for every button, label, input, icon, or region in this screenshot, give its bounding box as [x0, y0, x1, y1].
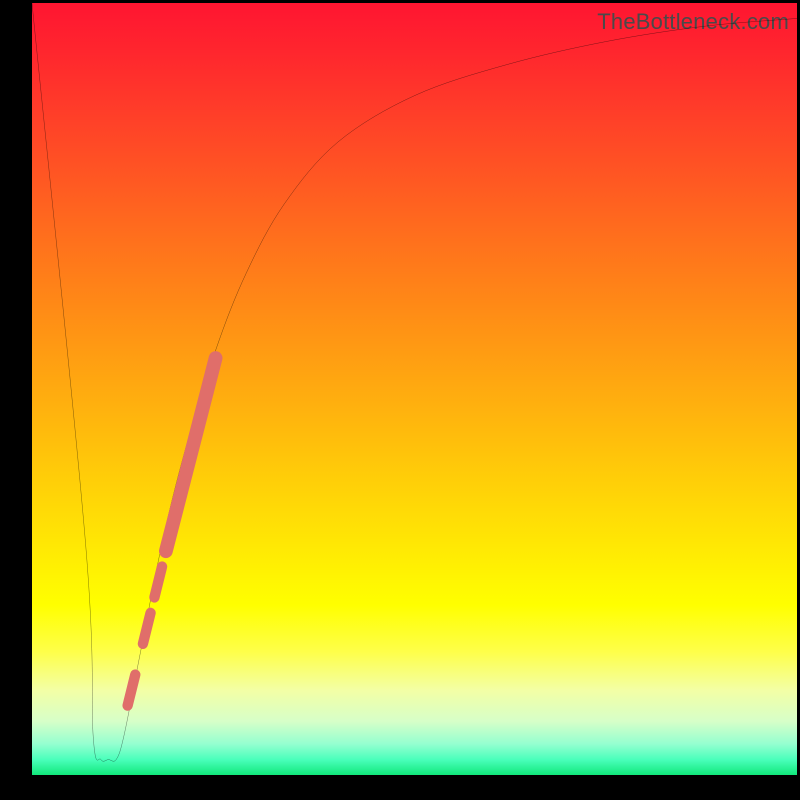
highlight-segment	[166, 358, 216, 551]
highlight-segment	[128, 675, 136, 706]
curve-layer	[32, 3, 797, 775]
highlight-segment	[143, 613, 151, 644]
highlight-group	[128, 358, 216, 705]
plot-area: TheBottleneck.com	[32, 3, 797, 775]
chart-frame: TheBottleneck.com	[0, 0, 800, 800]
highlight-segment	[154, 567, 162, 598]
bottleneck-curve-path	[32, 3, 797, 761]
